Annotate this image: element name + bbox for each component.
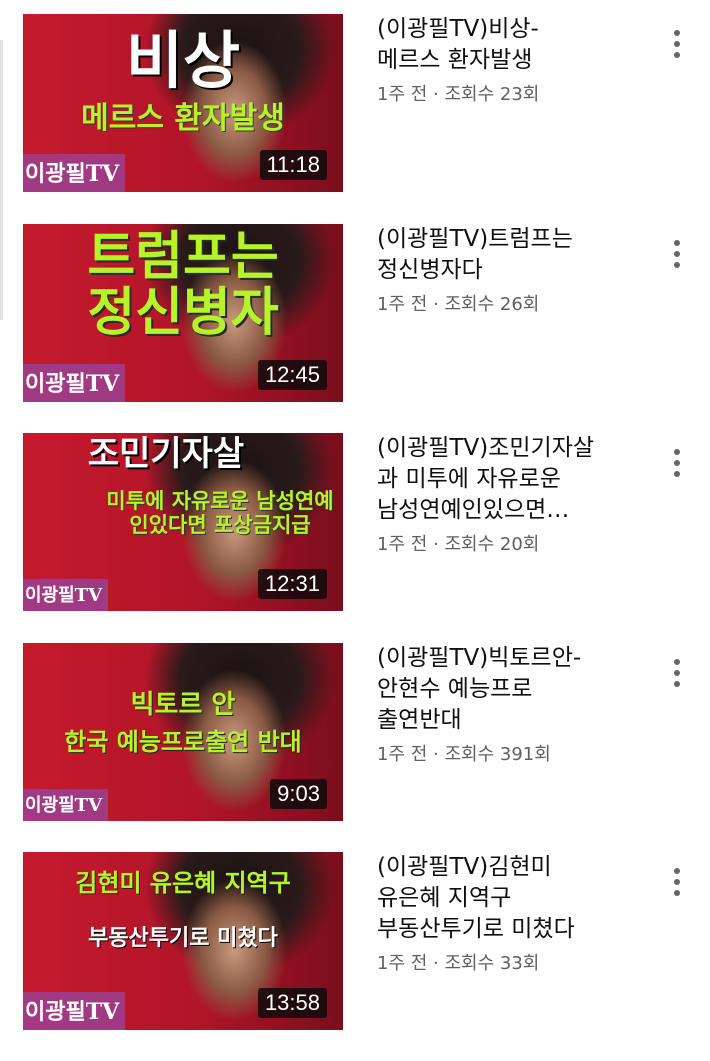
thumbnail-subheadline: 정신병자 (87, 283, 279, 343)
video-stats: 1주 전 · 조회수 23회 (377, 82, 637, 108)
channel-watermark: 이광필TV (23, 579, 109, 611)
meta-separator: · (433, 84, 439, 105)
video-thumbnail[interactable]: 트럼프는 정신병자 이광필TV 12:45 (23, 224, 343, 402)
channel-watermark: 이광필TV (23, 789, 109, 821)
more-vertical-icon[interactable] (662, 868, 692, 908)
video-title[interactable]: (이광필TV)빅토르안- 안현수 예능프로 출연반대 (377, 643, 637, 736)
meta-separator: · (433, 953, 439, 974)
video-title-line: (이광필TV)비상- (377, 16, 539, 42)
view-count: 조회수 391회 (444, 744, 551, 765)
duration-badge: 11:18 (259, 150, 327, 180)
thumbnail-headline: 김현미 유은혜 지역구 (75, 869, 291, 897)
meta-separator: · (433, 534, 439, 555)
thumbnail-headline: 비상 (125, 24, 241, 97)
video-item[interactable]: 트럼프는 정신병자 이광필TV 12:45 (이광필TV)트럼프는 정신병자다 … (0, 224, 710, 414)
video-title-line: 정신병자다 (377, 257, 483, 283)
video-title-line: 남성연예인있으면… (377, 497, 570, 523)
video-title[interactable]: (이광필TV)조민기자살 과 미투에 자유로운 남성연예인있으면… (377, 433, 637, 526)
video-title[interactable]: (이광필TV)트럼프는 정신병자다 (377, 224, 637, 286)
video-title-line: 출연반대 (377, 707, 462, 733)
upload-age: 1주 전 (377, 294, 428, 315)
thumbnail-headline: 트럼프는 (87, 227, 279, 287)
thumbnail-subheadline: 미투에 자유로운 남성연예인있다면 포상금지급 (106, 489, 334, 538)
thumbnail-headline: 빅토르 안 (130, 690, 236, 720)
more-vertical-icon[interactable] (662, 30, 692, 70)
video-title-line: 과 미투에 자유로운 (377, 466, 561, 492)
video-title[interactable]: (이광필TV)비상- 메르스 환자발생 (377, 14, 637, 76)
video-meta: (이광필TV)빅토르안- 안현수 예능프로 출연반대 1주 전 · 조회수 39… (377, 643, 637, 768)
upload-age: 1주 전 (377, 84, 428, 105)
video-title-line: 안현수 예능프로 (377, 676, 533, 702)
video-stats: 1주 전 · 조회수 391회 (377, 742, 637, 768)
more-vertical-icon[interactable] (662, 449, 692, 489)
video-meta: (이광필TV)김현미 유은혜 지역구 부동산투기로 미쳤다 1주 전 · 조회수… (377, 852, 637, 977)
video-item[interactable]: 빅토르 안 한국 예능프로출연 반대 이광필TV 9:03 (이광필TV)빅토르… (0, 643, 710, 833)
video-thumbnail[interactable]: 비상 메르스 환자발생 이광필TV 11:18 (23, 14, 343, 192)
view-count: 조회수 23회 (444, 84, 540, 105)
duration-badge: 13:58 (257, 988, 327, 1018)
video-title-line: (이광필TV)김현미 (377, 854, 552, 880)
video-stats: 1주 전 · 조회수 20회 (377, 532, 637, 558)
upload-age: 1주 전 (377, 534, 428, 555)
meta-separator: · (433, 744, 439, 765)
upload-age: 1주 전 (377, 744, 428, 765)
view-count: 조회수 26회 (444, 294, 540, 315)
thumbnail-subheadline: 메르스 환자발생 (81, 101, 285, 136)
view-count: 조회수 20회 (444, 534, 540, 555)
channel-watermark: 이광필TV (23, 992, 126, 1030)
video-item[interactable]: 비상 메르스 환자발생 이광필TV 11:18 (이광필TV)비상- 메르스 환… (0, 14, 710, 204)
view-count: 조회수 33회 (444, 953, 540, 974)
duration-badge: 9:03 (270, 779, 327, 809)
video-item[interactable]: 김현미 유은혜 지역구 부동산투기로 미쳤다 이광필TV 13:58 (이광필T… (0, 852, 710, 1042)
channel-watermark: 이광필TV (23, 364, 126, 402)
channel-watermark: 이광필TV (23, 154, 126, 192)
more-vertical-icon[interactable] (662, 240, 692, 280)
video-title-line: 유은혜 지역구 (377, 885, 512, 911)
video-stats: 1주 전 · 조회수 33회 (377, 951, 637, 977)
video-meta: (이광필TV)비상- 메르스 환자발생 1주 전 · 조회수 23회 (377, 14, 637, 108)
video-title-line: 메르스 환자발생 (377, 47, 533, 73)
video-stats: 1주 전 · 조회수 26회 (377, 292, 637, 318)
video-item[interactable]: 조민기자살 미투에 자유로운 남성연예인있다면 포상금지급 이광필TV 12:3… (0, 433, 710, 623)
duration-badge: 12:45 (257, 360, 327, 390)
video-title-line: (이광필TV)빅토르안- (377, 645, 582, 671)
thumbnail-subheadline: 한국 예능프로출연 반대 (64, 728, 302, 756)
video-meta: (이광필TV)트럼프는 정신병자다 1주 전 · 조회수 26회 (377, 224, 637, 318)
upload-age: 1주 전 (377, 953, 428, 974)
video-meta: (이광필TV)조민기자살 과 미투에 자유로운 남성연예인있으면… 1주 전 ·… (377, 433, 637, 558)
meta-separator: · (433, 294, 439, 315)
video-thumbnail[interactable]: 조민기자살 미투에 자유로운 남성연예인있다면 포상금지급 이광필TV 12:3… (23, 433, 343, 611)
video-thumbnail[interactable]: 김현미 유은혜 지역구 부동산투기로 미쳤다 이광필TV 13:58 (23, 852, 343, 1030)
video-title-line: 부동산투기로 미쳤다 (377, 916, 575, 942)
video-thumbnail[interactable]: 빅토르 안 한국 예능프로출연 반대 이광필TV 9:03 (23, 643, 343, 821)
more-vertical-icon[interactable] (662, 659, 692, 699)
video-title-line: (이광필TV)조민기자살 (377, 435, 595, 461)
video-title[interactable]: (이광필TV)김현미 유은혜 지역구 부동산투기로 미쳤다 (377, 852, 637, 945)
duration-badge: 12:31 (257, 569, 327, 599)
thumbnail-headline: 조민기자살 (87, 434, 245, 474)
thumbnail-subheadline: 부동산투기로 미쳤다 (88, 926, 278, 951)
video-title-line: (이광필TV)트럼프는 (377, 226, 573, 252)
